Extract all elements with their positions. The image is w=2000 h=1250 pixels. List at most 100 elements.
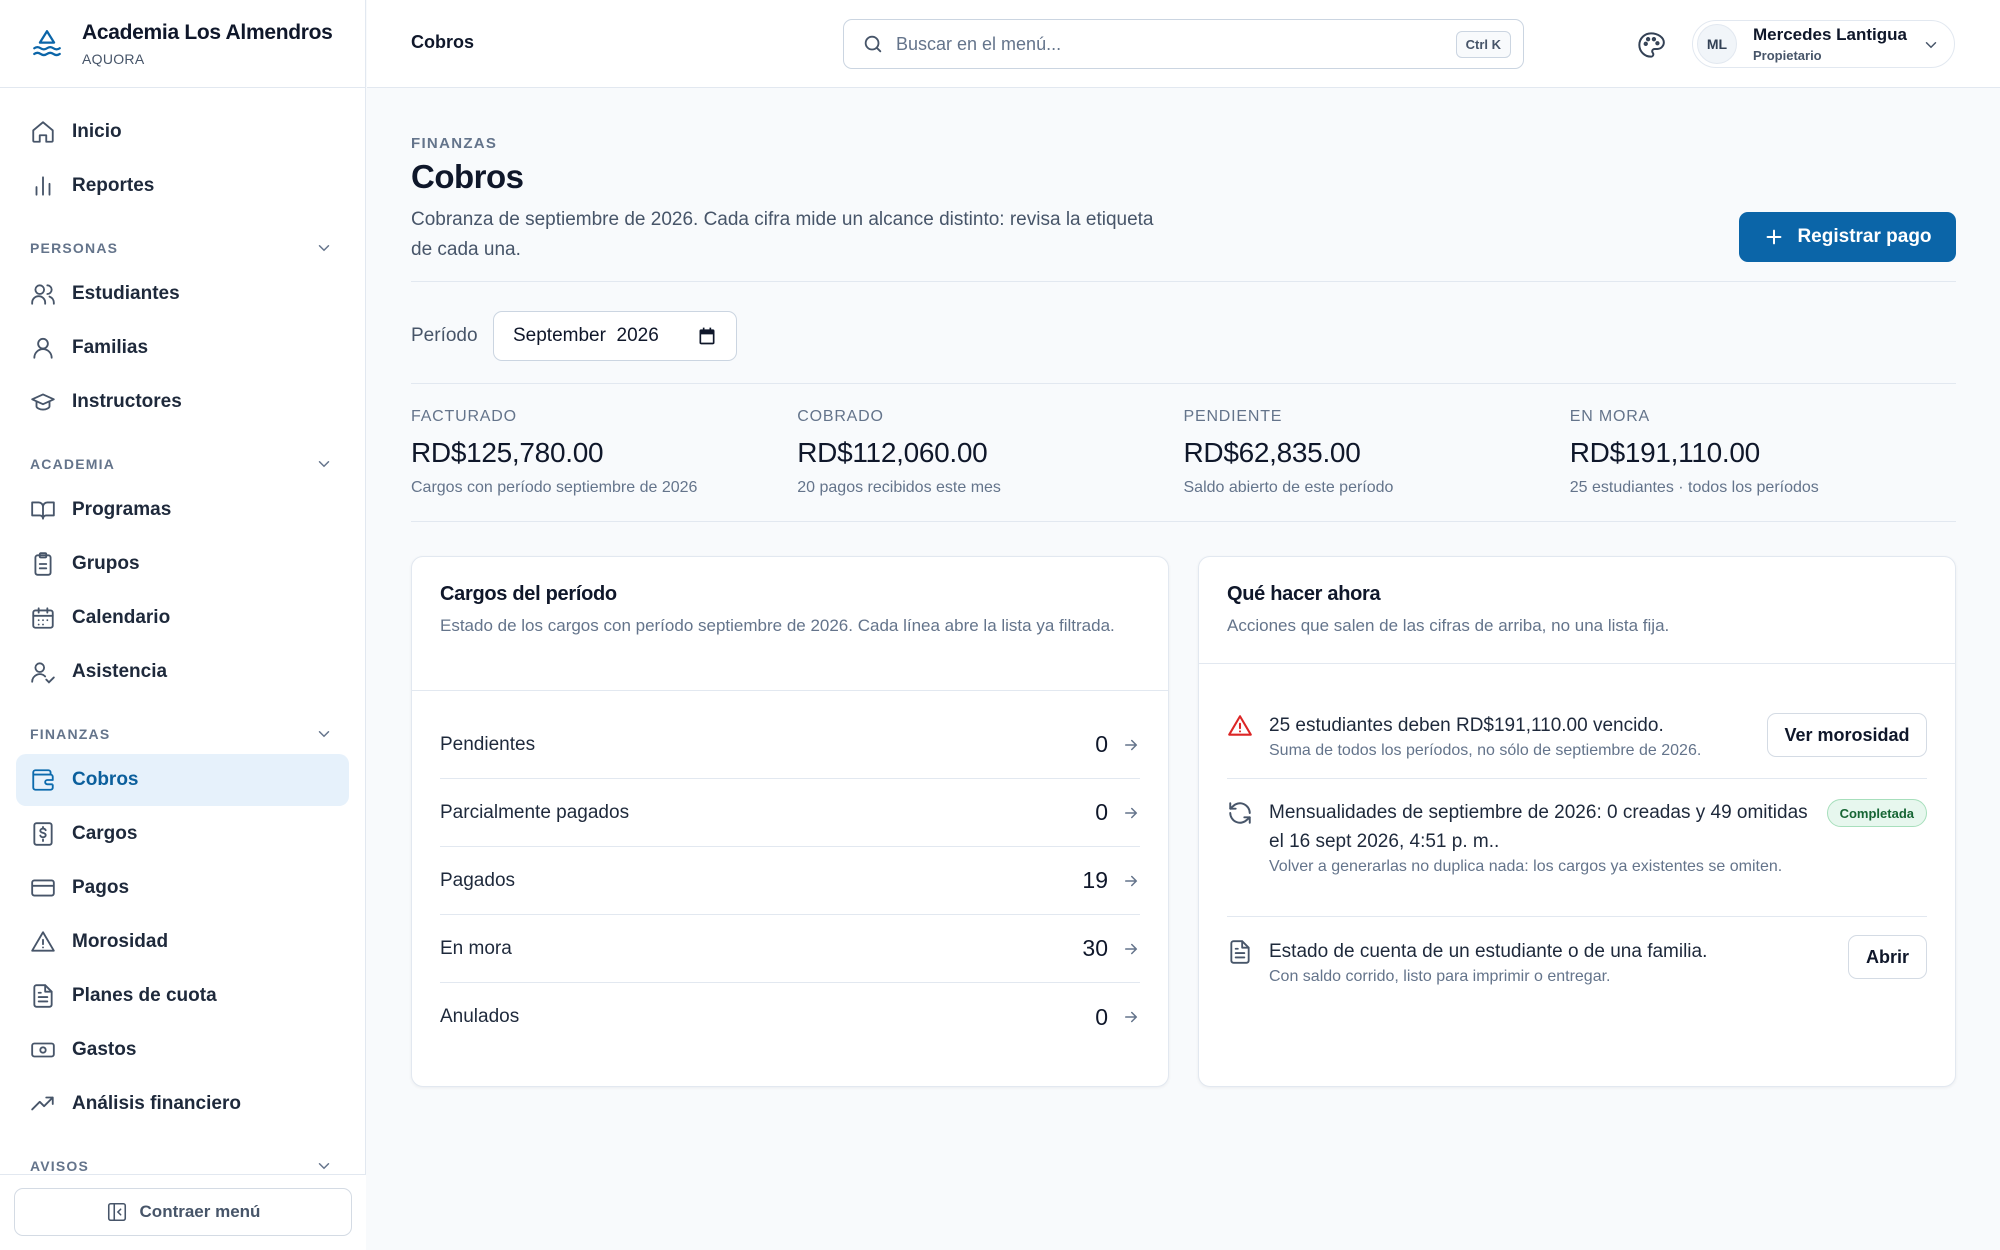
charges-row-parcialmente-pagados[interactable]: Parcialmente pagados 0 [440,779,1140,847]
collapse-menu-button[interactable]: Contraer menú [14,1188,352,1236]
user-name: Mercedes Lantigua [1753,25,1907,44]
sidebar-item-cobros[interactable]: Cobros [16,754,349,806]
action-subtitle: Con saldo corrido, listo para imprimir o… [1269,968,1611,985]
arrow-right-icon [1125,875,1138,886]
sidebar-item-label: Grupos [72,553,140,574]
brand-subtitle: AQUORA [82,50,145,67]
receipt-icon [33,822,53,846]
kpi-pendiente: PENDIENTE RD$62,835.00 Saldo abierto de … [1184,408,1570,497]
brand[interactable]: Academia Los Almendros AQUORA [0,0,365,88]
logo-icon [33,29,61,56]
trending-up-icon [31,1096,54,1111]
breadcrumb: Cobros [411,32,474,52]
home-icon [32,121,54,143]
sidebar-item-label: Familias [72,337,149,358]
actions-card: Qué hacer ahora Acciones que salen de la… [1198,556,1956,1087]
period-picker[interactable]: September 2026 [493,311,737,361]
sidebar-item-inicio[interactable]: Inicio [16,106,349,158]
sidebar-item-label: Instructores [72,391,182,412]
sidebar-item-calendario[interactable]: Calendario [16,592,349,644]
chevron-down-icon [1925,42,1937,49]
register-payment-label: Registrar pago [1797,226,1932,247]
credit-card-icon [31,879,55,897]
search-box[interactable]: Ctrl K [843,19,1524,69]
kpi-strip: FACTURADO RD$125,780.00 Cargos con perío… [411,408,1956,497]
sidebar-item-cargos[interactable]: Cargos [16,808,349,860]
charges-row-anulados[interactable]: Anulados 0 [440,983,1140,1051]
shortcut-hint: Ctrl K [1455,30,1511,58]
panel-collapse-icon [107,1202,126,1222]
calendar-icon [32,607,54,629]
warning-icon [31,931,55,952]
row-count: 19 [1082,867,1108,893]
action-subtitle: Suma de todos los períodos, no sólo de s… [1269,742,1702,759]
avatar: ML [1697,24,1737,64]
sidebar-item-gastos[interactable]: Gastos [16,1024,349,1076]
page-eyebrow: FINANZAS [411,135,498,152]
section-finanzas-toggle[interactable]: FINANZAS [16,714,349,754]
section-personas-toggle[interactable]: PERSONAS [16,228,349,268]
row-count: 0 [1095,731,1108,757]
row-label: Parcialmente pagados [440,801,630,823]
palette-icon[interactable] [1637,31,1665,59]
file-text-icon [33,984,53,1008]
kpi-cobrado: COBRADO RD$112,060.00 20 pagos recibidos… [797,408,1183,497]
sidebar-item-label: Cobros [72,769,139,790]
action-subtitle: Volver a generarlas no duplica nada: los… [1269,858,1783,875]
kpi-value: RD$125,780.00 [411,437,604,468]
sidebar-item-grupos[interactable]: Grupos [16,538,349,590]
sidebar-item-planes-de-cuota[interactable]: Planes de cuota [16,970,349,1022]
section-title: AVISOS [30,1158,90,1174]
card-description: Acciones que salen de las cifras de arri… [1227,616,1670,635]
row-label: En mora [440,937,512,959]
sidebar-item-familias[interactable]: Familias [16,322,349,374]
section-academia-toggle[interactable]: ACADEMIA [16,444,349,484]
kpi-facturado: FACTURADO RD$125,780.00 Cargos con perío… [411,408,797,497]
kpi-note: Cargos con período septiembre de 2026 [411,479,698,496]
section-title: ACADEMIA [30,456,116,472]
divider [411,521,1956,522]
register-payment-button[interactable]: Registrar pago [1739,212,1956,262]
topbar: Cobros Ctrl K ML Mercedes Lantigua Propi… [367,0,2000,88]
sidebar-item-instructores[interactable]: Instructores [16,376,349,428]
sidebar: Academia Los Almendros AQUORA Inicio Rep… [0,0,366,1250]
users-icon [31,284,55,305]
card-title: Qué hacer ahora [1227,583,1381,605]
sidebar-item-label: Estudiantes [72,283,180,304]
row-label: Pagados [440,869,516,891]
page-title: Cobros [411,158,524,195]
actions-list: 25 estudiantes deben RD$191,110.00 venci… [1199,664,1955,1005]
chevron-down-icon [318,245,330,252]
chevron-down-icon [318,461,330,468]
calendar-icon [699,327,715,345]
arrow-right-icon [1125,943,1138,954]
charges-row-pagados[interactable]: Pagados 19 [440,847,1140,915]
search-input[interactable] [896,33,1456,55]
action-delinquency: 25 estudiantes deben RD$191,110.00 venci… [1227,692,1927,779]
divider [411,281,1956,282]
charges-row-pendientes[interactable]: Pendientes 0 [440,711,1140,779]
collapse-menu-label: Contraer menú [139,1202,261,1221]
row-count: 0 [1095,1003,1108,1030]
sidebar-item-estudiantes[interactable]: Estudiantes [16,268,349,320]
sidebar-item-reportes[interactable]: Reportes [16,160,349,212]
kpi-label: COBRADO [797,408,884,425]
arrow-right-icon [1125,739,1138,750]
row-count: 0 [1095,799,1108,825]
kpi-label: PENDIENTE [1183,408,1283,425]
view-delinquency-button[interactable]: Ver morosidad [1767,713,1927,757]
user-check-icon [31,662,55,684]
graduation-cap-icon [31,393,55,411]
sidebar-item-asistencia[interactable]: Asistencia [16,646,349,698]
arrow-right-icon [1125,1011,1138,1023]
action-title: Mensualidades de septiembre de 2026: 0 c… [1269,802,1808,852]
user-menu[interactable]: ML Mercedes Lantigua Propietario [1692,20,1955,68]
charges-row-en-mora[interactable]: En mora 30 [440,915,1140,983]
sidebar-item-pagos[interactable]: Pagos [16,862,349,914]
sidebar-item-analisis-financiero[interactable]: Análisis financiero [16,1078,349,1130]
banknote-icon [31,1042,55,1058]
sidebar-item-programas[interactable]: Programas [16,484,349,536]
sidebar-item-morosidad[interactable]: Morosidad [16,916,349,968]
open-statement-button[interactable]: Abrir [1848,935,1927,979]
action-title: Estado de cuenta de un estudiante o de u… [1269,941,1708,962]
